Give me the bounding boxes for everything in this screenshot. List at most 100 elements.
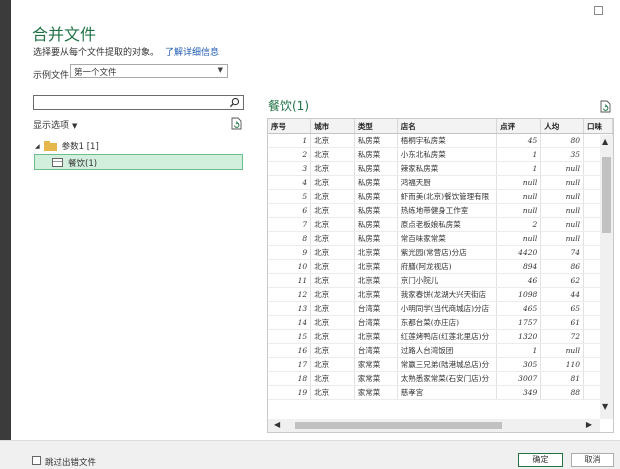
table-cell: 热练地带健身工作室 [397, 203, 498, 218]
table-row: 1 北京 私房菜 梧桐宇私房菜 45 80 [268, 133, 613, 148]
tree-sheet-item-selected[interactable]: 餐饮(1) [34, 154, 243, 170]
table-cell: 家常菜 [354, 371, 398, 386]
scrollbar-thumb[interactable] [295, 422, 502, 429]
table-cell: 私房菜 [354, 133, 398, 148]
column-header[interactable]: 城市 [310, 119, 355, 134]
table-cell: 北京菜 [354, 245, 398, 260]
table-cell: 7 [268, 217, 312, 232]
table-cell: 北京 [310, 315, 355, 330]
table-row: 18 北京 家常菜 太熟悉家常菜(石安门店)分 3007 81 [268, 371, 613, 386]
dialog-subtitle: 选择要从每个文件提取的对象。 了解详细信息 [33, 45, 219, 58]
table-cell: 15 [268, 329, 312, 344]
tree-folder-item[interactable]: ◢ 参数1 [1] [35, 140, 99, 152]
table-cell: 16 [268, 343, 312, 358]
table-cell: 过路人台湾饭团 [397, 343, 498, 358]
table-header-row: 序号 城市 类型 店名 点评 人均 口味 [268, 119, 613, 134]
table-row: 9 北京 北京菜 紫光园(常营店)分店 4420 74 [268, 245, 613, 260]
table-cell: 13 [268, 301, 312, 316]
table-row: 11 北京 北京菜 京门小院儿 46 62 [268, 273, 613, 288]
chevron-up-icon[interactable]: ▲ [602, 137, 608, 146]
table-cell: 北京 [310, 273, 355, 288]
chevron-down-icon: ▼ [72, 122, 78, 130]
table-cell: null [540, 175, 585, 190]
vertical-scrollbar[interactable]: ▲ ▼ [600, 135, 613, 419]
table-cell: 我家春饼(龙湖大兴天街店 [397, 287, 498, 302]
horizontal-scrollbar[interactable]: ◀ ▶ [268, 419, 600, 432]
table-cell: 1098 [496, 287, 542, 302]
table-cell: null [540, 343, 585, 358]
table-row: 4 北京 私房菜 鸿福天厨 null null [268, 175, 613, 190]
table-cell: 虾而美(北京)餐饮管理有限 [397, 189, 498, 204]
table-cell: null [540, 189, 585, 204]
table-cell: 北京 [310, 147, 355, 162]
table-cell: 1757 [496, 315, 542, 330]
sample-file-select[interactable]: 第一个文件 ▼ [70, 64, 228, 78]
table-cell: null [540, 231, 585, 246]
table-cell: 家常菜 [354, 357, 398, 372]
close-button[interactable] [594, 6, 603, 15]
table-cell: 1 [496, 147, 542, 162]
table-cell: null [496, 231, 542, 246]
table-cell: 3 [268, 161, 312, 176]
column-header[interactable]: 类型 [354, 119, 398, 134]
table-row: 14 北京 台湾菜 东都台菜(亦庄店) 1757 61 [268, 315, 613, 330]
table-cell: 梧桐宇私房菜 [397, 133, 498, 148]
sample-file-value: 第一个文件 [74, 68, 117, 78]
skip-error-files-checkbox[interactable] [32, 456, 41, 465]
table-cell: 北京 [310, 343, 355, 358]
chevron-down-icon: ▼ [217, 66, 223, 74]
table-cell: null [496, 189, 542, 204]
table-cell: 110 [540, 357, 585, 372]
cancel-button[interactable]: 取消 [571, 453, 614, 467]
search-input[interactable] [37, 97, 227, 109]
column-header[interactable]: 店名 [397, 119, 498, 134]
column-header[interactable]: 序号 [268, 119, 312, 134]
scrollbar-thumb[interactable] [602, 157, 611, 233]
table-cell: 61 [540, 315, 585, 330]
display-options-dropdown[interactable]: 显示选项 ▼ [33, 118, 77, 131]
table-cell: 北京 [310, 217, 355, 232]
table-cell: 慈孝宫 [397, 385, 498, 400]
table-cell: 台湾菜 [354, 315, 398, 330]
search-field[interactable] [33, 95, 244, 110]
table-cell: 北京菜 [354, 329, 398, 344]
chevron-right-icon[interactable]: ▶ [586, 420, 592, 429]
ok-button[interactable]: 确定 [518, 453, 563, 467]
table-cell: 46 [496, 273, 542, 288]
column-header[interactable]: 点评 [496, 119, 542, 134]
table-cell: 常赢三兄弟(陆港城总店)分 [397, 357, 498, 372]
table-cell: 北京 [310, 133, 355, 148]
table-cell: 81 [540, 371, 585, 386]
table-cell: 常百味家常菜 [397, 231, 498, 246]
learn-more-link[interactable]: 了解详细信息 [165, 48, 219, 58]
column-header[interactable]: 人均 [540, 119, 585, 134]
table-cell: 86 [540, 259, 585, 274]
table-cell: 辣家私房菜 [397, 161, 498, 176]
table-row: 13 北京 台湾菜 小明同学(当代商城店)分店 465 65 [268, 301, 613, 316]
table-cell: 3007 [496, 371, 542, 386]
table-cell: 北京 [310, 203, 355, 218]
sample-file-label: 示例文件: [33, 71, 73, 81]
table-cell: 2 [268, 147, 312, 162]
table-row: 19 北京 家常菜 慈孝宫 349 88 [268, 385, 613, 400]
chevron-down-icon[interactable]: ▼ [602, 402, 608, 411]
table-cell: 74 [540, 245, 585, 260]
table-cell: null [540, 203, 585, 218]
refresh-preview-icon[interactable] [600, 100, 612, 113]
dialog-title: 合并文件 [32, 25, 97, 44]
collapse-triangle-icon[interactable]: ◢ [35, 143, 40, 150]
table-cell: 东都台菜(亦庄店) [397, 315, 498, 330]
table-cell: 1 [496, 161, 542, 176]
table-cell: 5 [268, 189, 312, 204]
search-icon[interactable] [229, 97, 240, 108]
refresh-icon[interactable] [231, 117, 243, 130]
chevron-left-icon[interactable]: ◀ [274, 420, 280, 429]
table-cell: 17 [268, 357, 312, 372]
table-row: 16 北京 台湾菜 过路人台湾饭团 1 null [268, 343, 613, 358]
table-cell: 65 [540, 301, 585, 316]
table-cell: 62 [540, 273, 585, 288]
table-cell: 80 [540, 133, 585, 148]
table-cell: 19 [268, 385, 312, 400]
table-cell: 北京 [310, 259, 355, 274]
column-header[interactable]: 口味 [583, 119, 613, 134]
